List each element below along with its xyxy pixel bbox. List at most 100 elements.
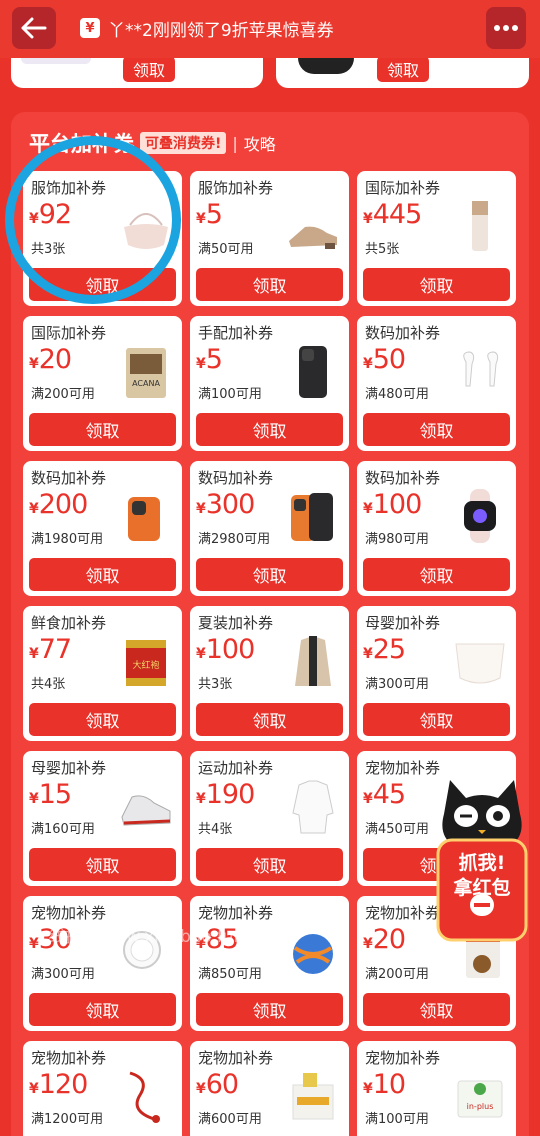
coupon-name: 宠物加补券 xyxy=(198,904,274,922)
coupon-amount: ¥50 xyxy=(363,344,406,375)
currency-symbol: ¥ xyxy=(196,646,206,662)
currency-symbol: ¥ xyxy=(196,501,206,517)
coupon-name: 母婴加补券 xyxy=(31,759,107,777)
coupon-amount: ¥45 xyxy=(363,779,406,810)
coupon-amount: ¥300 xyxy=(196,489,256,520)
coupon-amount: ¥5 xyxy=(196,199,223,230)
currency-symbol: ¥ xyxy=(29,936,39,952)
product-thumbnail: ACANA xyxy=(126,348,166,398)
prev-claim-button[interactable]: 领取 xyxy=(123,56,175,82)
currency-symbol: ¥ xyxy=(363,791,373,807)
product-thumbnail xyxy=(129,1071,160,1123)
coupon-value: 5 xyxy=(205,344,223,375)
widget-line2: 拿红包 xyxy=(453,877,511,899)
svg-text:in-plus: in-plus xyxy=(467,1102,494,1111)
coupon-card: 母婴加补券 ¥15 满160可用 领取 xyxy=(23,751,182,886)
svg-text:ACANA: ACANA xyxy=(132,379,160,388)
guide-link[interactable]: 攻略 xyxy=(244,131,276,155)
coupon-value: 120 xyxy=(38,1069,89,1100)
currency-symbol: ¥ xyxy=(363,356,373,372)
currency-symbol: ¥ xyxy=(29,646,39,662)
currency-symbol: ¥ xyxy=(363,1081,373,1097)
top-bar: ¥ 丫**2刚刚领了9折苹果惊喜券 xyxy=(0,0,540,58)
coupon-amount: ¥100 xyxy=(363,489,422,520)
claim-button[interactable]: 领取 xyxy=(196,413,343,446)
claim-button[interactable]: 领取 xyxy=(29,848,176,881)
coupon-name: 宠物加补券 xyxy=(198,1049,274,1067)
coupon-card: 宠物加补券¥10满100可用in-plus领取 xyxy=(357,1041,516,1136)
claim-button[interactable]: 领取 xyxy=(363,993,510,1026)
product-thumbnail xyxy=(289,226,337,249)
product-thumbnail: in-plus xyxy=(457,1080,503,1118)
coupon-condition: 满600可用 xyxy=(198,1112,262,1127)
claim-button[interactable]: 领取 xyxy=(196,703,343,736)
claim-button[interactable]: 领取 xyxy=(196,993,343,1026)
claim-button[interactable]: 领取 xyxy=(29,413,176,446)
currency-symbol: ¥ xyxy=(363,501,373,517)
claim-button[interactable]: 领取 xyxy=(29,703,176,736)
coupon-value: 20 xyxy=(372,924,406,955)
product-thumbnail xyxy=(291,493,333,541)
coupon-amount: ¥190 xyxy=(196,779,255,810)
coupon-card: 母婴加补券 ¥25 满300可用 领取 xyxy=(357,606,516,741)
claim-button[interactable]: 领取 xyxy=(363,413,510,446)
coupon-name: 数码加补券 xyxy=(365,324,441,342)
prev-claim-button[interactable]: 领取 xyxy=(377,56,429,82)
currency-symbol: ¥ xyxy=(29,791,39,807)
product-thumbnail: 大红袍 xyxy=(126,640,166,686)
coupon-card: 宠物加补券¥120满1200可用领取 xyxy=(23,1041,182,1136)
coupon-value: 77 xyxy=(38,634,72,665)
coupon-amount: ¥5 xyxy=(196,344,223,375)
grab-red-packet-widget[interactable]: 抓我! 拿红包 xyxy=(430,776,534,946)
coupon-condition: 满850可用 xyxy=(198,967,262,982)
more-button[interactable] xyxy=(486,7,526,49)
coupon-name: 运动加补券 xyxy=(198,759,274,777)
coupon-value: 60 xyxy=(205,1069,239,1100)
coupon-amount: ¥100 xyxy=(196,634,255,665)
coupon-name: 宠物加补券 xyxy=(365,904,441,922)
coupon-value: 445 xyxy=(372,199,423,230)
claim-button[interactable]: 领取 xyxy=(196,848,343,881)
widget-line1: 抓我! xyxy=(458,852,506,874)
claim-button[interactable]: 领取 xyxy=(363,268,510,301)
coupon-icon: ¥ xyxy=(80,18,100,38)
ticker-text: 丫**2刚刚领了9折苹果惊喜券 xyxy=(108,20,334,41)
claim-button[interactable]: 领取 xyxy=(363,703,510,736)
currency-symbol: ¥ xyxy=(29,1081,39,1097)
coupon-value: 20 xyxy=(38,344,72,375)
coupon-value: 200 xyxy=(38,489,89,520)
coupon-condition: 满100可用 xyxy=(365,1112,429,1127)
currency-symbol: ¥ xyxy=(196,211,206,227)
coupon-amount: ¥445 xyxy=(363,199,423,230)
coupon-card: 夏装加补券 ¥100 共3张 领取 xyxy=(190,606,349,741)
product-thumbnail xyxy=(464,489,496,543)
product-thumbnail xyxy=(295,636,331,686)
coupon-name: 手配加补券 xyxy=(198,324,274,342)
coupon-name: 数码加补券 xyxy=(365,469,441,487)
claim-button[interactable]: 领取 xyxy=(196,558,343,591)
claim-button[interactable]: 领取 xyxy=(29,993,176,1026)
coupon-name: 鲜食加补券 xyxy=(31,614,107,632)
claim-button[interactable]: 领取 xyxy=(29,558,176,591)
claim-button[interactable]: 领取 xyxy=(196,268,343,301)
coupon-card: 鲜食加补券 ¥77 共4张 大红袍 领取 xyxy=(23,606,182,741)
product-thumbnail xyxy=(472,201,488,251)
coupon-card: 运动加补券 ¥190 共4张 领取 xyxy=(190,751,349,886)
coupon-amount: ¥15 xyxy=(29,779,72,810)
coupon-card: 宠物加补券¥60满600可用领取 xyxy=(190,1041,349,1136)
coupon-card: 国际加补券 ¥20 满200可用 ACANA 领取 xyxy=(23,316,182,451)
claim-ticker: ¥ 丫**2刚刚领了9折苹果惊喜券 xyxy=(80,14,334,42)
coupon-name: 数码加补券 xyxy=(198,469,274,487)
coupon-amount: ¥120 xyxy=(29,1069,89,1100)
coupon-name: 母婴加补券 xyxy=(365,614,441,632)
currency-symbol: ¥ xyxy=(363,211,373,227)
coupon-card: 数码加补券 ¥100 满980可用 领取 xyxy=(357,461,516,596)
currency-symbol: ¥ xyxy=(29,356,39,372)
back-arrow-icon xyxy=(21,17,47,39)
coupon-value: 300 xyxy=(205,489,256,520)
coupon-amount: ¥60 xyxy=(196,1069,239,1100)
currency-symbol: ¥ xyxy=(363,936,373,952)
back-button[interactable] xyxy=(12,7,56,49)
claim-button[interactable]: 领取 xyxy=(363,558,510,591)
watermark: 线报酷-new.xianbao.fun xyxy=(48,927,245,947)
